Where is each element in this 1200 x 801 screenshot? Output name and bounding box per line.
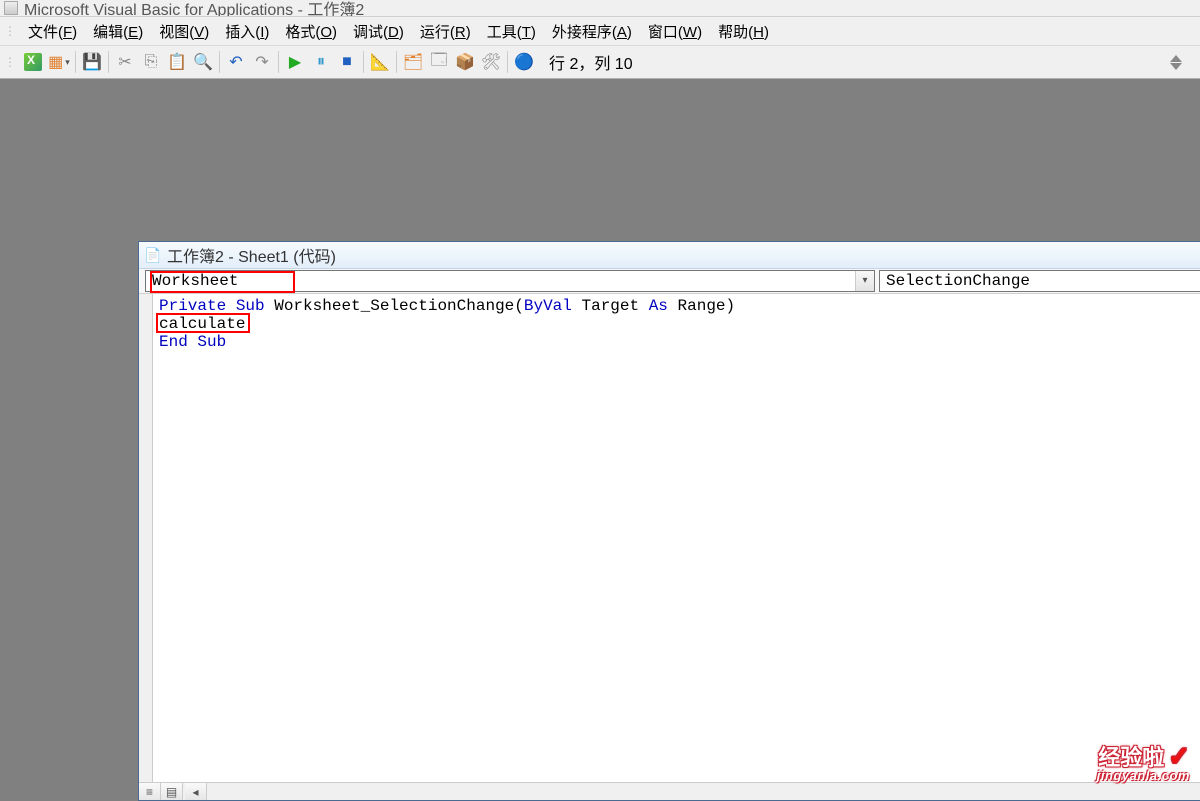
break-button[interactable]: ⏸ xyxy=(309,50,333,74)
toolbox-button[interactable]: 🛠 xyxy=(479,50,503,74)
properties-button[interactable]: 🗔 xyxy=(427,50,451,74)
code-keyword: Private Sub xyxy=(159,297,265,315)
add-form-icon: ▦ xyxy=(48,52,63,72)
toolbar-separator xyxy=(75,51,76,73)
toolbar-separator xyxy=(219,51,220,73)
project-explorer-button[interactable]: 🗂 xyxy=(401,50,425,74)
toolbox-icon: 🛠 xyxy=(481,52,501,72)
menu-insert[interactable]: 插入(I) xyxy=(217,19,277,44)
find-button[interactable]: 🔍 xyxy=(191,50,215,74)
copy-button[interactable]: ⎘ xyxy=(139,50,163,74)
menu-file[interactable]: 文件(F) xyxy=(20,19,85,44)
redo-icon: ↷ xyxy=(255,52,268,72)
menu-view[interactable]: 视图(V) xyxy=(151,19,217,44)
cut-icon: ✂ xyxy=(118,52,131,72)
code-window: 📄 工作簿2 - Sheet1 (代码) Worksheet ▾ Selecti… xyxy=(138,241,1200,801)
menu-addins[interactable]: 外接程序(A) xyxy=(544,19,640,44)
undo-icon: ↶ xyxy=(229,52,242,72)
code-gutter xyxy=(139,294,153,800)
view-excel-button[interactable] xyxy=(21,50,45,74)
design-mode-button[interactable]: 📐 xyxy=(368,50,392,74)
object-browser-button[interactable]: 📦 xyxy=(453,50,477,74)
help-button[interactable]: 🔵 xyxy=(512,50,536,74)
toolbar-separator xyxy=(278,51,279,73)
code-window-icon: 📄 xyxy=(145,247,161,263)
cut-button[interactable]: ✂ xyxy=(113,50,137,74)
menu-run[interactable]: 运行(R) xyxy=(412,19,479,44)
paste-icon: 📋 xyxy=(167,52,187,72)
code-body: Private Sub Worksheet_SelectionChange(By… xyxy=(139,294,1200,800)
reset-button[interactable]: ■ xyxy=(335,50,359,74)
code-keyword: ByVal xyxy=(524,297,572,315)
chevron-down-icon: ▾ xyxy=(855,271,874,291)
toolbar-grip: ⋮ xyxy=(4,55,14,69)
paste-button[interactable]: 📋 xyxy=(165,50,189,74)
project-explorer-icon: 🗂 xyxy=(403,52,423,72)
procedure-view-button[interactable]: ≡ xyxy=(139,783,161,800)
watermark-text: 经验啦 xyxy=(1098,745,1164,770)
menu-edit[interactable]: 编辑(E) xyxy=(85,19,151,44)
menu-bar: ⋮ 文件(F) 编辑(E) 视图(V) 插入(I) 格式(O) 调试(D) 运行… xyxy=(0,17,1200,46)
code-window-footer: ≡ ▤ ◂ xyxy=(139,782,1200,800)
watermark: 经验啦✓ jingyanla.com xyxy=(1097,743,1190,782)
watermark-url: jingyanla.com xyxy=(1097,769,1190,782)
properties-icon: 🗔 xyxy=(430,49,447,76)
code-text-span: calculate xyxy=(159,315,245,333)
code-keyword: As xyxy=(649,297,668,315)
insert-object-button[interactable]: ▦ xyxy=(47,50,71,74)
code-window-title: 工作簿2 - Sheet1 (代码) xyxy=(167,243,336,267)
save-button[interactable]: 💾 xyxy=(80,50,104,74)
code-dropdowns: Worksheet ▾ SelectionChange xyxy=(139,269,1200,294)
code-text-span: Range) xyxy=(668,297,735,315)
mdi-client-area: 📄 工作簿2 - Sheet1 (代码) Worksheet ▾ Selecti… xyxy=(0,79,1200,790)
chevron-up-icon xyxy=(1170,55,1182,62)
find-icon: 🔍 xyxy=(193,52,213,72)
menu-grip: ⋮ xyxy=(4,24,14,38)
scroll-left-button[interactable]: ◂ xyxy=(185,783,207,800)
check-icon: ✓ xyxy=(1168,741,1190,771)
help-icon: 🔵 xyxy=(514,52,534,72)
toolbar-separator xyxy=(363,51,364,73)
menu-window[interactable]: 窗口(W) xyxy=(640,19,710,44)
app-title-bar: Microsoft Visual Basic for Applications … xyxy=(0,0,1200,17)
full-module-view-button[interactable]: ▤ xyxy=(161,783,183,800)
code-text-span: Worksheet_SelectionChange( xyxy=(265,297,524,315)
save-icon: 💾 xyxy=(82,52,102,72)
stop-icon: ■ xyxy=(342,53,352,71)
design-mode-icon: 📐 xyxy=(370,52,390,72)
object-dropdown-value: Worksheet xyxy=(152,272,238,290)
break-icon: ⏸ xyxy=(317,53,325,71)
menu-debug[interactable]: 调试(D) xyxy=(345,19,412,44)
menu-format[interactable]: 格式(O) xyxy=(277,19,345,44)
toolbar: ⋮ ▦ 💾 ✂ ⎘ 📋 🔍 ↶ ↷ ▶ ⏸ ■ 📐 🗂 🗔 📦 🛠 🔵 行 2，… xyxy=(0,46,1200,79)
code-window-titlebar[interactable]: 📄 工作簿2 - Sheet1 (代码) xyxy=(139,242,1200,269)
menu-tools[interactable]: 工具(T) xyxy=(479,19,544,44)
procedure-dropdown[interactable]: SelectionChange xyxy=(879,270,1200,292)
object-browser-icon: 📦 xyxy=(455,52,475,72)
procedure-dropdown-value: SelectionChange xyxy=(886,272,1030,290)
toolbar-separator xyxy=(108,51,109,73)
chevron-down-icon xyxy=(1170,63,1182,70)
object-dropdown[interactable]: Worksheet ▾ xyxy=(145,270,875,292)
copy-icon: ⎘ xyxy=(145,53,158,71)
toolbar-overflow[interactable] xyxy=(1170,55,1182,70)
app-title-text: Microsoft Visual Basic for Applications … xyxy=(24,0,364,17)
redo-button[interactable]: ↷ xyxy=(250,50,274,74)
code-keyword: End Sub xyxy=(159,333,226,351)
run-button[interactable]: ▶ xyxy=(283,50,307,74)
app-icon xyxy=(4,1,18,15)
menu-help[interactable]: 帮助(H) xyxy=(710,19,777,44)
code-editor[interactable]: Private Sub Worksheet_SelectionChange(By… xyxy=(153,294,1200,800)
cursor-position-label: 行 2，列 10 xyxy=(549,50,633,74)
undo-button[interactable]: ↶ xyxy=(224,50,248,74)
toolbar-separator xyxy=(507,51,508,73)
run-icon: ▶ xyxy=(289,52,301,72)
excel-icon xyxy=(24,53,42,71)
toolbar-separator xyxy=(396,51,397,73)
code-text-span: Target xyxy=(572,297,649,315)
